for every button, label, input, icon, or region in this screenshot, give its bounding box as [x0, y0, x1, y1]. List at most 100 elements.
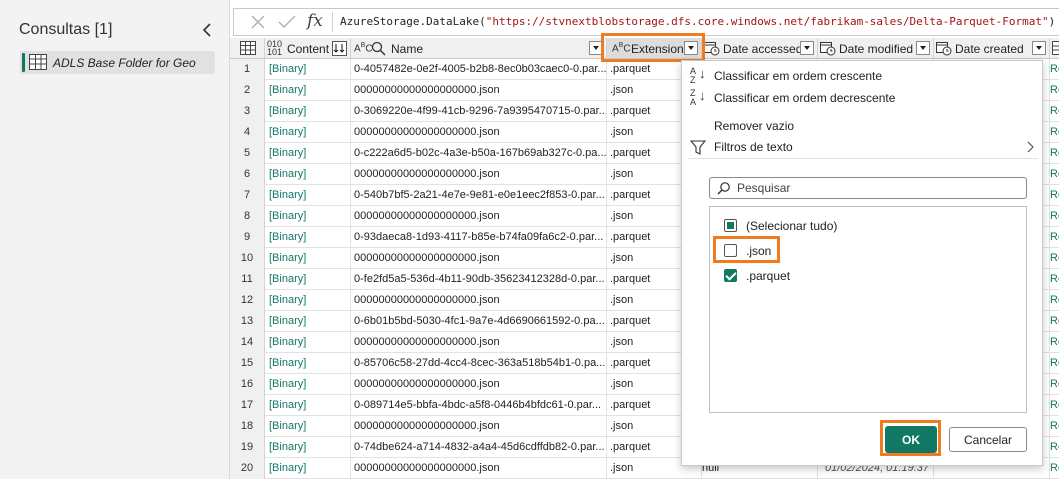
cell-content[interactable]: [Binary] — [265, 59, 351, 80]
column-header-content[interactable]: 010 101 Content — [265, 38, 351, 59]
cell-name[interactable]: 0-fe2fd5a5-536d-4b11-90db-35623412328d-0… — [351, 269, 607, 290]
cell-attributes[interactable]: Re — [1050, 395, 1059, 416]
cell-attributes[interactable]: Re — [1050, 437, 1059, 458]
cell-attributes[interactable]: Re — [1050, 227, 1059, 248]
cell-attributes[interactable]: Re — [1050, 332, 1059, 353]
select-all-corner[interactable] — [230, 38, 265, 59]
row-number[interactable]: 8 — [230, 206, 265, 227]
cell-attributes[interactable]: Re — [1050, 458, 1059, 479]
column-header-name[interactable]: ABC Name — [351, 38, 607, 59]
cell-name[interactable]: 0-089714e5-bbfa-4bdc-a5f8-0446b4bfdc61-0… — [351, 395, 607, 416]
cell-content[interactable]: [Binary] — [265, 416, 351, 437]
sort-ascending-item[interactable]: A Z ↓ Classificar em ordem crescente — [682, 65, 1042, 87]
row-number[interactable]: 1 — [230, 59, 265, 80]
cell-content[interactable]: [Binary] — [265, 290, 351, 311]
cell-attributes[interactable]: Re — [1050, 206, 1059, 227]
cell-content[interactable]: [Binary] — [265, 269, 351, 290]
cell-attributes[interactable]: Re — [1050, 416, 1059, 437]
cell-name[interactable]: 00000000000000000000.json — [351, 248, 607, 269]
row-number[interactable]: 9 — [230, 227, 265, 248]
cell-name[interactable]: 0-85706c58-27dd-4cc4-8cec-363a518b54b1-0… — [351, 353, 607, 374]
row-number[interactable]: 2 — [230, 80, 265, 101]
column-header-date-modified[interactable]: Date modified — [818, 38, 934, 59]
cell-name[interactable]: 00000000000000000000.json — [351, 458, 607, 479]
cell-content[interactable]: [Binary] — [265, 101, 351, 122]
datetime-type-icon[interactable] — [936, 41, 952, 56]
text-type-icon[interactable]: ABC — [354, 42, 373, 54]
row-number[interactable]: 7 — [230, 185, 265, 206]
cell-attributes[interactable]: Re — [1050, 185, 1059, 206]
column-header-date-accessed[interactable]: Date accessed — [702, 38, 818, 59]
collapse-pane-button[interactable] — [199, 20, 217, 40]
sort-descending-item[interactable]: Z A ↓ Classificar em ordem decrescente — [682, 87, 1042, 109]
cell-name[interactable]: 0-74dbe624-a714-4832-a4a4-45d6cdffdb82-0… — [351, 437, 607, 458]
checkbox-partial[interactable] — [724, 219, 737, 232]
row-number[interactable]: 15 — [230, 353, 265, 374]
cell-name[interactable]: 0-4057482e-0e2f-4005-b2b8-8ec0b03caec0-0… — [351, 59, 607, 80]
cell-content[interactable]: [Binary] — [265, 395, 351, 416]
cell-attributes[interactable]: Re — [1050, 122, 1059, 143]
text-filters-item[interactable]: Filtros de texto — [682, 136, 1042, 158]
row-number[interactable]: 11 — [230, 269, 265, 290]
cell-content[interactable]: [Binary] — [265, 122, 351, 143]
cell-name[interactable]: 0-540b7bf5-2a21-4e7e-9e81-e0e1eec2f853-0… — [351, 185, 607, 206]
value-item-parquet[interactable]: .parquet — [722, 266, 1012, 286]
cell-name[interactable]: 00000000000000000000.json — [351, 122, 607, 143]
row-number[interactable]: 16 — [230, 374, 265, 395]
cell-name[interactable]: 0-c222a6d5-b02c-4a3e-b50a-167b69ab327c-0… — [351, 143, 607, 164]
cancel-button[interactable]: Cancelar — [949, 427, 1027, 452]
formula-input[interactable]: AzureStorage.DataLake("https://stvnextbl… — [340, 15, 1055, 28]
cell-attributes[interactable]: Re — [1050, 248, 1059, 269]
expand-binary-icon[interactable] — [332, 41, 347, 56]
binary-type-icon[interactable]: 010 101 — [267, 40, 282, 57]
row-number[interactable]: 14 — [230, 332, 265, 353]
cell-attributes[interactable]: Re — [1050, 290, 1059, 311]
row-number[interactable]: 10 — [230, 248, 265, 269]
row-number[interactable]: 18 — [230, 416, 265, 437]
row-number[interactable]: 3 — [230, 101, 265, 122]
column-header-attributes[interactable] — [1050, 38, 1059, 59]
filter-search-input[interactable] — [737, 180, 1017, 196]
cell-content[interactable]: [Binary] — [265, 374, 351, 395]
cell-name[interactable]: 00000000000000000000.json — [351, 290, 607, 311]
cell-name[interactable]: 00000000000000000000.json — [351, 80, 607, 101]
cell-attributes[interactable]: Re — [1050, 59, 1059, 80]
cell-content[interactable]: [Binary] — [265, 227, 351, 248]
cell-name[interactable]: 00000000000000000000.json — [351, 374, 607, 395]
cell-name[interactable]: 0-6b01b5bd-5030-4fc1-9a7e-4d6690661592-0… — [351, 311, 607, 332]
column-filter-dropdown[interactable] — [916, 41, 930, 55]
cell-content[interactable]: [Binary] — [265, 332, 351, 353]
cell-content[interactable]: [Binary] — [265, 206, 351, 227]
cell-attributes[interactable]: Re — [1050, 269, 1059, 290]
cell-content[interactable]: [Binary] — [265, 80, 351, 101]
remove-empty-item[interactable]: Remover vazio — [682, 115, 1042, 137]
cell-name[interactable]: 0-3069220e-4f99-41cb-9296-7a9395470715-0… — [351, 101, 607, 122]
value-item-select-all[interactable]: (Selecionar tudo) — [722, 216, 1012, 236]
fx-icon[interactable]: fx — [307, 11, 323, 31]
filter-search-box[interactable] — [709, 177, 1027, 199]
row-number[interactable]: 12 — [230, 290, 265, 311]
cell-content[interactable]: [Binary] — [265, 311, 351, 332]
cell-content[interactable]: [Binary] — [265, 458, 351, 479]
row-number[interactable]: 19 — [230, 437, 265, 458]
cell-attributes[interactable]: Re — [1050, 311, 1059, 332]
row-number[interactable]: 6 — [230, 164, 265, 185]
cell-content[interactable]: [Binary] — [265, 248, 351, 269]
cell-attributes[interactable]: Re — [1050, 164, 1059, 185]
cell-content[interactable]: [Binary] — [265, 164, 351, 185]
cell-attributes[interactable]: Re — [1050, 101, 1059, 122]
cell-content[interactable]: [Binary] — [265, 185, 351, 206]
cell-content[interactable]: [Binary] — [265, 353, 351, 374]
column-header-date-created[interactable]: Date created — [934, 38, 1050, 59]
cell-name[interactable]: 00000000000000000000.json — [351, 164, 607, 185]
datetime-type-icon[interactable] — [820, 41, 836, 56]
row-number[interactable]: 5 — [230, 143, 265, 164]
row-number[interactable]: 17 — [230, 395, 265, 416]
cell-name[interactable]: 00000000000000000000.json — [351, 416, 607, 437]
cell-name[interactable]: 0-93daeca8-1d93-4117-b85e-b74fa09fa6c2-0… — [351, 227, 607, 248]
query-item-adls-base-folder[interactable]: ADLS Base Folder for Geo — [20, 51, 215, 74]
cell-content[interactable]: [Binary] — [265, 143, 351, 164]
cell-name[interactable]: 00000000000000000000.json — [351, 332, 607, 353]
cell-attributes[interactable]: Re — [1050, 374, 1059, 395]
cell-attributes[interactable]: Re — [1050, 353, 1059, 374]
